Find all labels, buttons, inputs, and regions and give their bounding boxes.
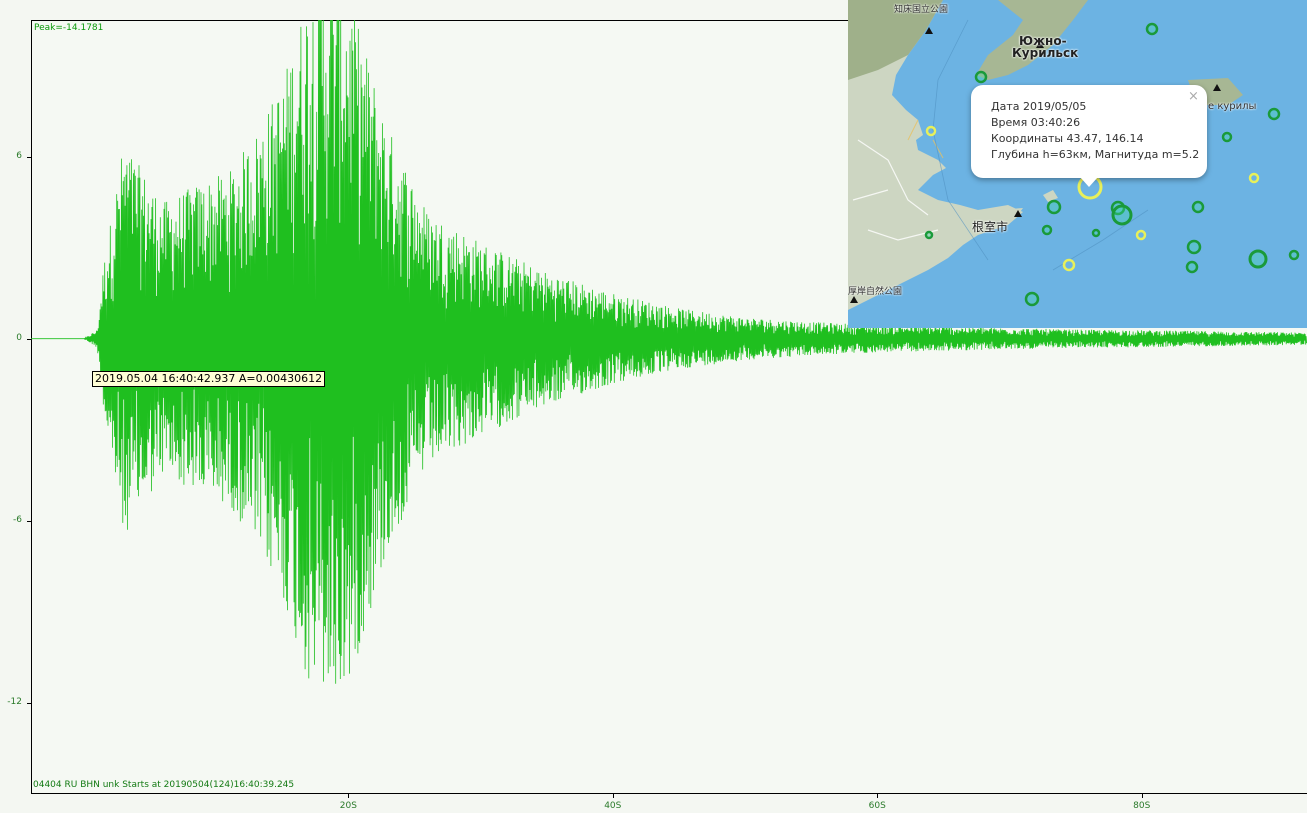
x-tick-mark bbox=[877, 793, 879, 798]
earthquake-marker[interactable] bbox=[1248, 172, 1260, 184]
popup-coords: Координаты 43.47, 146.14 bbox=[991, 132, 1144, 145]
y-tick-mark bbox=[27, 520, 31, 522]
map-label-kurily: е курилы bbox=[1208, 101, 1257, 112]
earthquake-marker[interactable] bbox=[1186, 239, 1202, 255]
x-tick-label: 80S bbox=[1133, 801, 1151, 811]
close-icon[interactable]: × bbox=[1188, 90, 1199, 103]
map-label-kurilsk: Курильск bbox=[1012, 46, 1079, 60]
x-tick-mark bbox=[1141, 793, 1143, 798]
station-label: 04404 RU BHN unk Starts at 20190504(124)… bbox=[33, 780, 295, 790]
y-tick-label: 0 bbox=[16, 332, 22, 343]
map-label-nemuro: 根室市 bbox=[972, 220, 1009, 234]
x-tick-label: 40S bbox=[604, 801, 622, 811]
earthquake-marker[interactable] bbox=[1191, 200, 1205, 214]
earthquake-marker[interactable] bbox=[1024, 291, 1040, 307]
cursor-readout: 2019.05.04 16:40:42.937 A=0.00430612 bbox=[92, 371, 326, 387]
x-tick-mark bbox=[348, 793, 350, 798]
popup-pointer bbox=[1080, 177, 1098, 187]
earthquake-marker[interactable] bbox=[1041, 224, 1053, 236]
earthquake-marker[interactable] bbox=[1288, 249, 1300, 261]
y-tick-label: -6 bbox=[13, 514, 22, 525]
y-tick-mark bbox=[27, 338, 31, 340]
earthquake-marker[interactable] bbox=[1135, 229, 1147, 241]
earthquake-marker[interactable] bbox=[1185, 260, 1199, 274]
earthquake-marker[interactable] bbox=[1145, 22, 1159, 36]
y-tick-label: 6 bbox=[16, 150, 22, 161]
popup-date: Дата 2019/05/05 bbox=[991, 100, 1087, 113]
earthquake-marker[interactable] bbox=[924, 230, 934, 240]
x-tick-mark bbox=[612, 793, 614, 798]
map-label-coastal-park: 厚岸自然公園 bbox=[848, 287, 903, 297]
earthquake-marker[interactable] bbox=[1091, 228, 1101, 238]
earthquake-marker[interactable] bbox=[1267, 107, 1281, 121]
popup-time: Время 03:40:26 bbox=[991, 116, 1081, 129]
earthquake-marker[interactable] bbox=[1111, 204, 1133, 226]
y-tick-mark bbox=[27, 156, 31, 158]
peak-label: Peak=-14.1781 bbox=[34, 23, 104, 33]
earthquake-popup: Дата 2019/05/05 Время 03:40:26 Координат… bbox=[971, 85, 1207, 178]
x-tick-label: 20S bbox=[339, 801, 357, 811]
earthquake-marker[interactable] bbox=[1062, 258, 1076, 272]
earthquake-marker[interactable] bbox=[1221, 131, 1233, 143]
earthquake-marker[interactable] bbox=[1248, 249, 1268, 269]
y-tick-mark bbox=[27, 702, 31, 704]
popup-depth-magnitude: Глубина h=63км, Магнитуда m=5.2 bbox=[991, 148, 1200, 161]
earthquake-marker[interactable] bbox=[925, 125, 937, 137]
earthquake-marker[interactable] bbox=[1046, 199, 1062, 215]
map-label-shiretoko: 知床国立公園 bbox=[894, 5, 949, 15]
earthquake-marker[interactable] bbox=[974, 70, 988, 84]
y-tick-label: -12 bbox=[7, 696, 22, 707]
x-tick-label: 60S bbox=[868, 801, 886, 811]
